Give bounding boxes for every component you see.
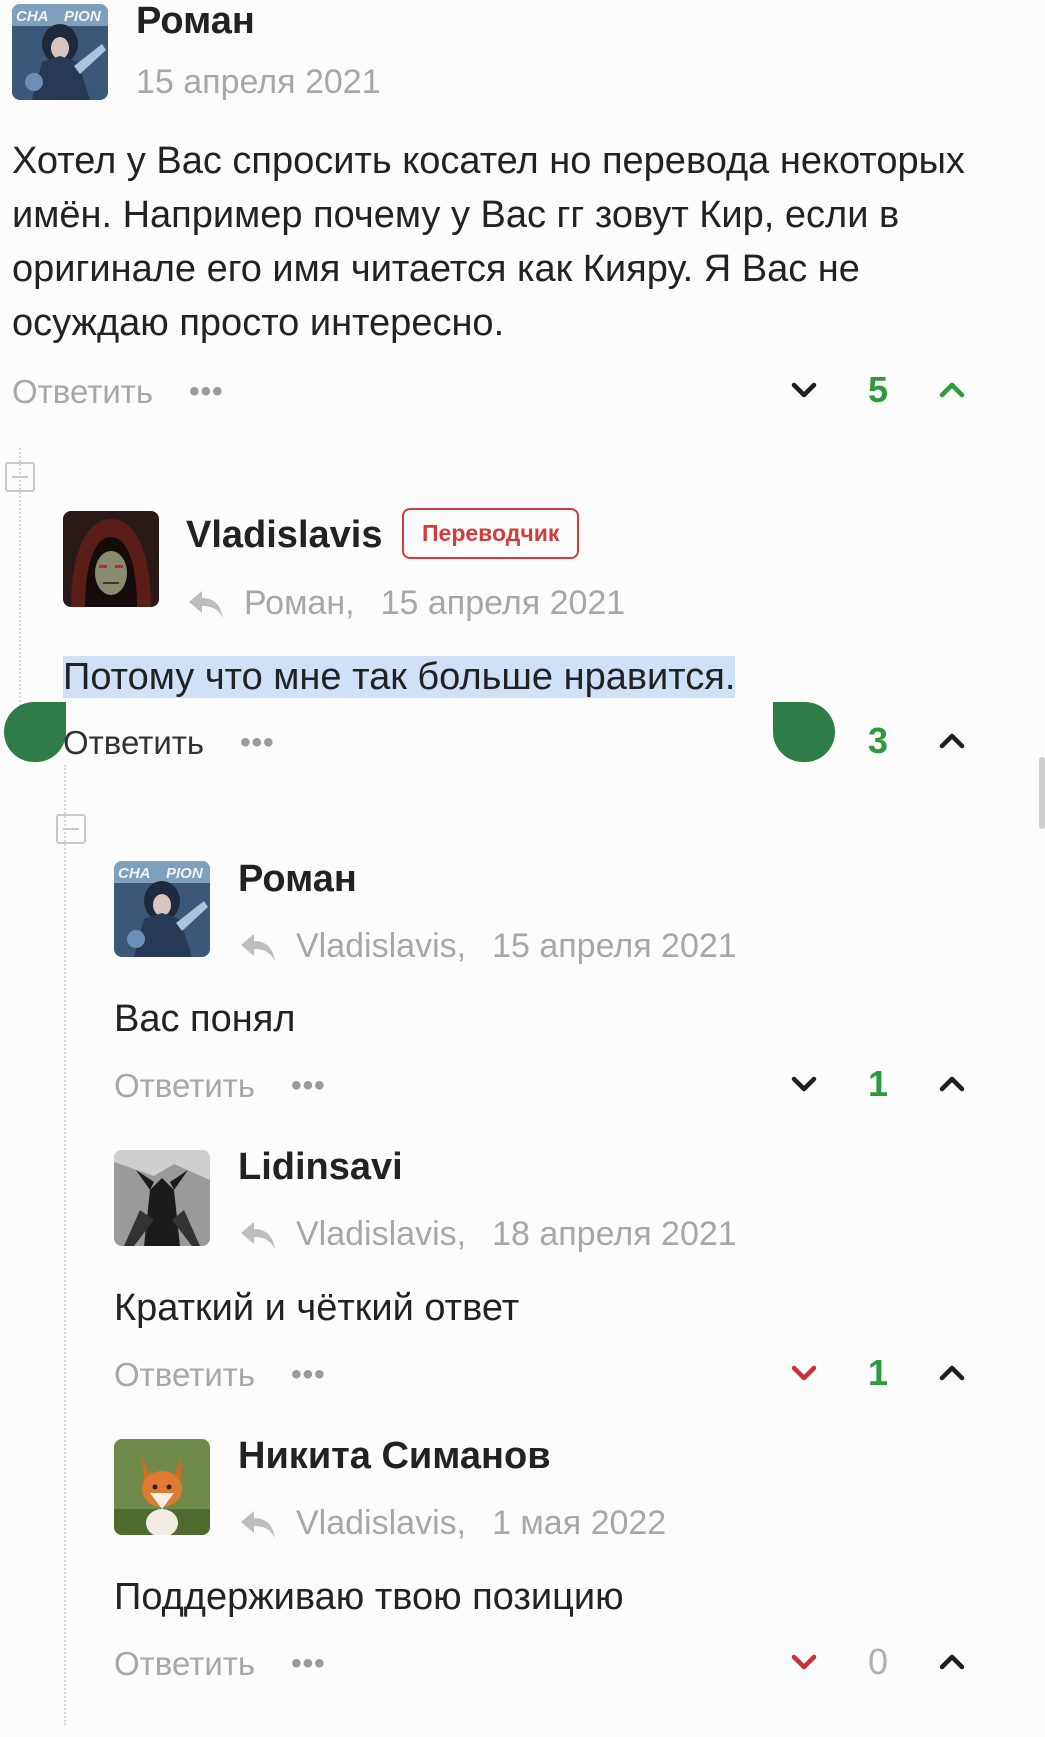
avatar[interactable]: CHA PION: [114, 861, 210, 957]
scrollbar[interactable]: [1039, 757, 1045, 829]
chevron-down-icon[interactable]: [788, 1357, 820, 1389]
author-name[interactable]: Никита Симанов: [238, 1435, 551, 1478]
comment-actions: Ответить •••: [114, 1350, 326, 1400]
reply-to: Vladislavis, 18 апреля 2021: [238, 1215, 737, 1254]
vote-score: 0: [867, 1641, 889, 1682]
reply-to: Vladislavis, 1 мая 2022: [238, 1504, 666, 1543]
chevron-down-icon[interactable]: [788, 1646, 820, 1678]
svg-text:PION: PION: [166, 865, 204, 882]
chevron-up-icon[interactable]: [936, 1646, 968, 1678]
chevron-down-icon[interactable]: [788, 1068, 820, 1100]
reply-arrow-icon: [238, 1218, 278, 1252]
vote-control: 0: [788, 1637, 968, 1687]
chevron-up-icon[interactable]: [936, 374, 968, 406]
reply-button[interactable]: Ответить: [114, 1645, 255, 1683]
selected-text[interactable]: Потому что мне так больше нравится.: [63, 656, 736, 698]
chevron-down-icon[interactable]: [788, 374, 820, 406]
collapse-minus-icon[interactable]: [56, 814, 86, 844]
reply-button[interactable]: Ответить: [12, 373, 153, 411]
more-options-button[interactable]: •••: [189, 375, 224, 409]
svg-text:CHA: CHA: [118, 865, 151, 882]
vote-score: 1: [867, 1352, 889, 1393]
chevron-up-icon[interactable]: [936, 725, 968, 757]
avatar[interactable]: [114, 1439, 210, 1535]
svg-text:PION: PION: [64, 8, 102, 25]
chevron-up-icon[interactable]: [936, 1357, 968, 1389]
reply-to-author[interactable]: Роман,: [244, 584, 355, 623]
comment-date[interactable]: 18 апреля 2021: [492, 1215, 737, 1254]
avatar[interactable]: [114, 1150, 210, 1246]
reply-arrow-icon: [238, 1507, 278, 1541]
reply-to: Vladislavis, 15 апреля 2021: [238, 927, 737, 966]
comment-actions: Ответить •••: [114, 1061, 326, 1111]
comment-text: Краткий и чёткий ответ: [114, 1287, 520, 1329]
avatar[interactable]: [63, 511, 159, 607]
more-options-button[interactable]: •••: [291, 1069, 326, 1103]
vote-score: 1: [867, 1063, 889, 1104]
comment-text: Потому что мне так больше нравится.: [63, 650, 1003, 704]
comment-text: Поддерживаю твою позицию: [114, 1576, 624, 1618]
reply-to-author[interactable]: Vladislavis,: [296, 927, 466, 966]
reply-to-author[interactable]: Vladislavis,: [296, 1504, 466, 1543]
avatar[interactable]: CHA PION: [12, 4, 108, 100]
reply-to-author[interactable]: Vladislavis,: [296, 1215, 466, 1254]
comment-date[interactable]: 15 апреля 2021: [381, 584, 626, 623]
thread-line-level-2: [64, 765, 66, 1725]
comment-date[interactable]: 15 апреля 2021: [136, 63, 381, 102]
reply-to: Роман, 15 апреля 2021: [186, 584, 625, 623]
author-name[interactable]: Vladislavis: [186, 514, 382, 557]
comment-actions: Ответить •••: [12, 367, 224, 417]
selection-handle-start[interactable]: [4, 702, 66, 762]
reply-arrow-icon: [186, 587, 226, 621]
reply-button[interactable]: Ответить: [63, 724, 204, 762]
svg-text:CHA: CHA: [16, 8, 49, 25]
vote-score: 3: [867, 720, 889, 761]
more-options-button[interactable]: •••: [291, 1647, 326, 1681]
vote-control: 1: [788, 1059, 968, 1109]
more-options-button[interactable]: •••: [291, 1358, 326, 1392]
vote-control: 3: [788, 716, 968, 766]
comment-text: Хотел у Вас спросить косател но перевода…: [12, 140, 965, 344]
more-options-button[interactable]: •••: [240, 726, 275, 760]
vote-score: 5: [867, 369, 889, 410]
reply-button[interactable]: Ответить: [114, 1356, 255, 1394]
reply-arrow-icon: [238, 930, 278, 964]
translator-badge: Переводчик: [402, 508, 580, 559]
vote-control: 5: [788, 365, 968, 415]
chevron-up-icon[interactable]: [936, 1068, 968, 1100]
author-name[interactable]: Роман: [238, 858, 357, 901]
author-name[interactable]: Lidinsavi: [238, 1146, 403, 1189]
comment-date[interactable]: 15 апреля 2021: [492, 927, 737, 966]
collapse-minus-icon[interactable]: [5, 462, 35, 492]
vote-control: 1: [788, 1348, 968, 1398]
comment-actions: Ответить •••: [114, 1639, 326, 1689]
comment-actions: Ответить •••: [63, 718, 275, 768]
comment-text: Вас понял: [114, 998, 296, 1040]
reply-button[interactable]: Ответить: [114, 1067, 255, 1105]
author-name[interactable]: Роман: [136, 0, 255, 43]
comment-date[interactable]: 1 мая 2022: [492, 1504, 666, 1543]
